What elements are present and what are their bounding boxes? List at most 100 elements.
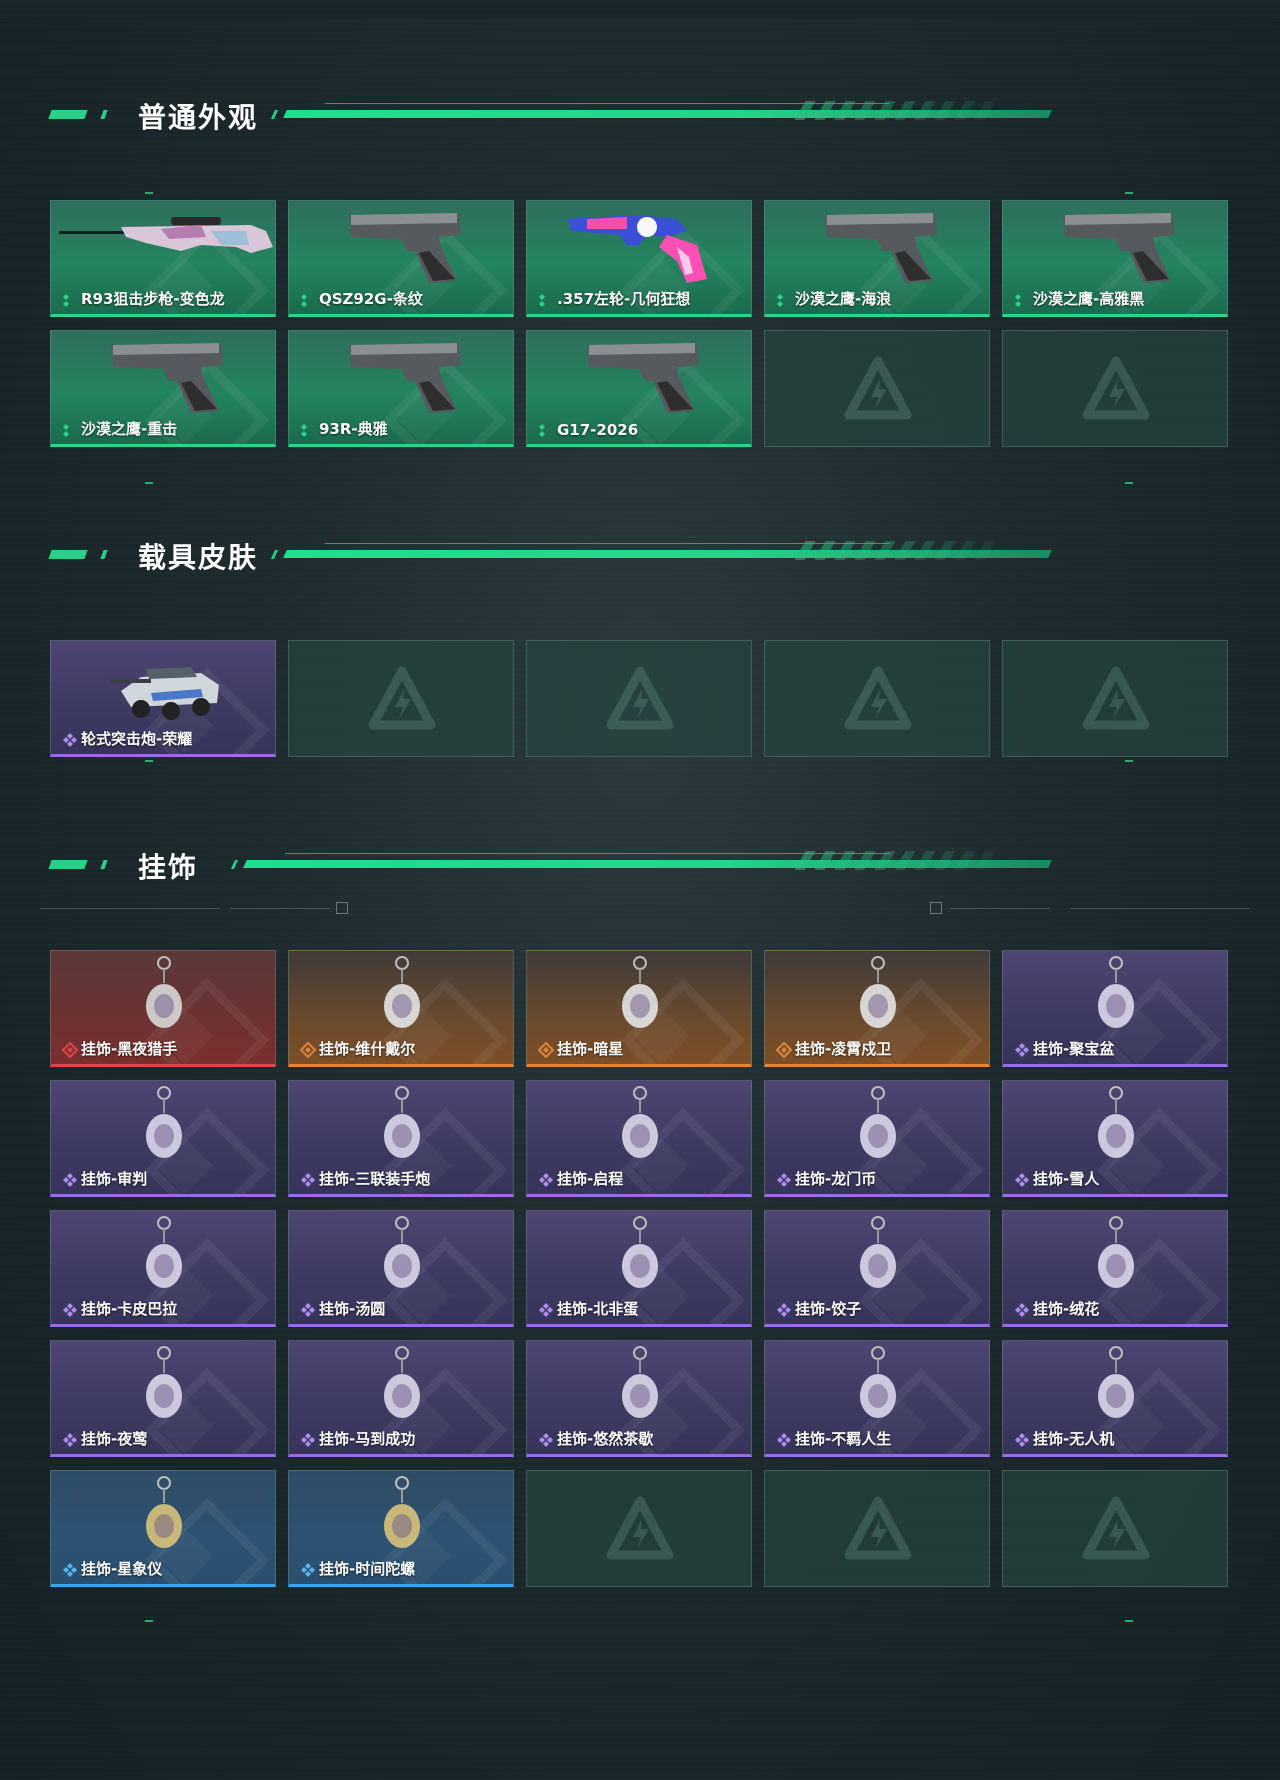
item-card[interactable]: 挂饰-时间陀螺 [288, 1470, 514, 1587]
item-card[interactable]: 挂饰-聚宝盆 [1002, 950, 1228, 1067]
frame-marker [145, 482, 153, 484]
item-card[interactable]: 挂饰-汤圆 [288, 1210, 514, 1327]
header-accent-bar [100, 110, 108, 119]
rarity-icon [538, 292, 554, 308]
pistol-icon [289, 201, 513, 293]
rarity-icon [776, 292, 792, 308]
rarity-icon [538, 422, 554, 438]
pistol-icon [51, 331, 275, 423]
item-label: 挂饰-龙门币 [795, 1170, 877, 1188]
item-card[interactable]: 挂饰-龙门币 [764, 1080, 990, 1197]
charm-icon [289, 1211, 513, 1303]
header-accent-bar [100, 860, 108, 869]
item-card[interactable]: 挂饰-不羁人生 [764, 1340, 990, 1457]
placeholder-logo-icon [1081, 355, 1151, 425]
item-label: 挂饰-夜莺 [81, 1430, 148, 1448]
frame-line [40, 908, 220, 909]
item-card[interactable]: 挂饰-绒花 [1002, 1210, 1228, 1327]
item-label: 挂饰-不羁人生 [795, 1430, 892, 1448]
item-card[interactable]: 挂饰-饺子 [764, 1210, 990, 1327]
charm-icon [289, 1081, 513, 1173]
rarity-icon [300, 1562, 316, 1578]
charm-icon [289, 1471, 513, 1563]
placeholder-logo-icon [1081, 665, 1151, 735]
item-label: 挂饰-绒花 [1033, 1300, 1100, 1318]
header-accent-bar [48, 110, 88, 119]
header-checker-pattern [794, 541, 1006, 560]
item-label: 挂饰-星象仪 [81, 1560, 163, 1578]
item-label: 挂饰-雪人 [1033, 1170, 1100, 1188]
charm-icon [1003, 1081, 1227, 1173]
item-label: 沙漠之鹰-高雅黑 [1033, 290, 1145, 308]
item-card[interactable]: G17-2026 [526, 330, 752, 447]
rarity-icon [62, 422, 78, 438]
item-card[interactable]: 挂饰-审判 [50, 1080, 276, 1197]
item-card[interactable]: 挂饰-悠然茶歇 [526, 1340, 752, 1457]
item-card[interactable]: 沙漠之鹰-重击 [50, 330, 276, 447]
placeholder-logo-icon [1081, 1495, 1151, 1565]
item-card[interactable]: 挂饰-三联装手炮 [288, 1080, 514, 1197]
item-card[interactable]: 挂饰-北非蛋 [526, 1210, 752, 1327]
frame-marker [145, 192, 153, 194]
rarity-icon [62, 1302, 78, 1318]
item-card[interactable]: 轮式突击炮-荣耀 [50, 640, 276, 757]
item-label: 挂饰-无人机 [1033, 1430, 1115, 1448]
charm-icon [51, 1211, 275, 1303]
item-card[interactable]: 挂饰-无人机 [1002, 1340, 1228, 1457]
empty-slot [288, 640, 514, 757]
frame-square [336, 902, 348, 914]
rarity-icon [776, 1172, 792, 1188]
charm-icon [527, 1341, 751, 1433]
charm-icon [527, 951, 751, 1043]
charm-icon [527, 1081, 751, 1173]
armored-vehicle-icon [51, 641, 275, 733]
rarity-icon [300, 1432, 316, 1448]
frame-line [950, 908, 1050, 909]
item-label: 挂饰-维什戴尔 [319, 1040, 416, 1058]
item-label: G17-2026 [557, 421, 639, 439]
item-card[interactable]: 93R-典雅 [288, 330, 514, 447]
item-card[interactable]: 挂饰-雪人 [1002, 1080, 1228, 1197]
rarity-icon [1014, 1432, 1030, 1448]
item-card[interactable]: 挂饰-启程 [526, 1080, 752, 1197]
item-card[interactable]: 沙漠之鹰-海浪 [764, 200, 990, 317]
charm-icon [51, 951, 275, 1043]
charm-icon [289, 951, 513, 1043]
frame-square [930, 902, 942, 914]
item-card[interactable]: 沙漠之鹰-高雅黑 [1002, 200, 1228, 317]
item-label: 93R-典雅 [319, 420, 388, 438]
empty-slot [526, 640, 752, 757]
item-card[interactable]: 挂饰-维什戴尔 [288, 950, 514, 1067]
rarity-icon [62, 1172, 78, 1188]
sniper-rifle-icon [51, 201, 275, 293]
rarity-icon [538, 1172, 554, 1188]
frame-marker [145, 1620, 153, 1622]
item-card[interactable]: 挂饰-凌霄戍卫 [764, 950, 990, 1067]
item-label: 挂饰-汤圆 [319, 1300, 386, 1318]
charm-icon [289, 1341, 513, 1433]
header-checker-pattern [794, 101, 1006, 120]
item-card[interactable]: R93狙击步枪-变色龙 [50, 200, 276, 317]
item-card[interactable]: 挂饰-马到成功 [288, 1340, 514, 1457]
item-label: 挂饰-北非蛋 [557, 1300, 639, 1318]
charm-icon [765, 1341, 989, 1433]
item-label: 挂饰-三联装手炮 [319, 1170, 431, 1188]
placeholder-logo-icon [605, 665, 675, 735]
item-card[interactable]: 挂饰-卡皮巴拉 [50, 1210, 276, 1327]
placeholder-logo-icon [843, 665, 913, 735]
item-label: 挂饰-凌霄戍卫 [795, 1040, 892, 1058]
frame-line [230, 908, 330, 909]
charm-icon [527, 1211, 751, 1303]
item-card[interactable]: .357左轮-几何狂想 [526, 200, 752, 317]
frame-marker [145, 760, 153, 762]
header-tick [270, 110, 279, 119]
header-accent-bar [100, 550, 108, 559]
rarity-icon [1014, 1042, 1030, 1058]
item-card[interactable]: 挂饰-暗星 [526, 950, 752, 1067]
item-card[interactable]: 挂饰-黑夜猎手 [50, 950, 276, 1067]
frame-marker [1125, 760, 1133, 762]
item-card[interactable]: QSZ92G-条纹 [288, 200, 514, 317]
item-card[interactable]: 挂饰-星象仪 [50, 1470, 276, 1587]
empty-slot [764, 330, 990, 447]
item-card[interactable]: 挂饰-夜莺 [50, 1340, 276, 1457]
